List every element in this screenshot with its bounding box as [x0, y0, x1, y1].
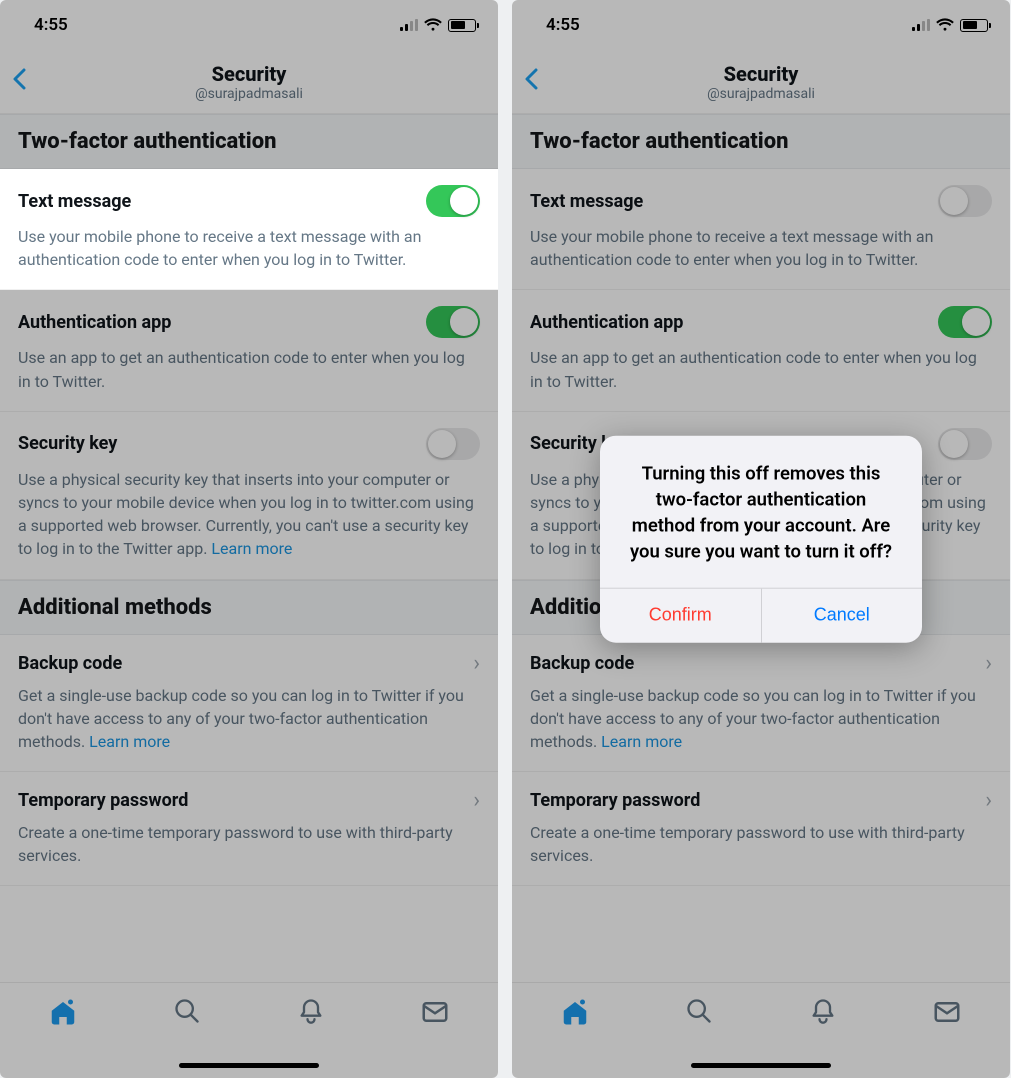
link-learn-more-security-key[interactable]: Learn more: [211, 539, 292, 558]
tab-search[interactable]: [173, 997, 201, 1029]
tab-messages[interactable]: [420, 997, 450, 1031]
nav-bar: Security @surajpadmasali: [0, 50, 498, 114]
mail-icon: [420, 997, 450, 1027]
page-subtitle: @surajpadmasali: [195, 86, 303, 102]
back-button[interactable]: [524, 67, 538, 97]
toggle-text-message[interactable]: [426, 185, 480, 217]
row-title-backup-code: Backup code: [530, 653, 634, 674]
nav-title-block: Security @surajpadmasali: [195, 62, 303, 102]
cellular-icon: [400, 19, 418, 31]
search-icon: [685, 997, 713, 1025]
nav-bar: Security @surajpadmasali: [512, 50, 1010, 114]
home-icon: [48, 997, 78, 1027]
status-time: 4:55: [546, 15, 580, 35]
row-auth-app: Authentication app Use an app to get an …: [0, 290, 498, 411]
row-security-key: Security key Use a physical security key…: [0, 412, 498, 580]
status-icons: [400, 18, 476, 32]
dialog-confirm-button[interactable]: Confirm: [600, 588, 762, 642]
tab-bar: [0, 982, 498, 1078]
search-icon: [173, 997, 201, 1025]
page-subtitle: @surajpadmasali: [707, 86, 815, 102]
row-desc-temp-password: Create a one-time temporary password to …: [18, 821, 480, 867]
toggle-auth-app[interactable]: [426, 306, 480, 338]
row-temp-password[interactable]: Temporary password › Create a one-time t…: [0, 772, 498, 886]
chevron-right-icon: ›: [985, 651, 992, 676]
battery-icon: [960, 19, 988, 32]
row-title-backup-code: Backup code: [18, 653, 122, 674]
link-learn-more-backup-code[interactable]: Learn more: [601, 732, 682, 751]
home-indicator[interactable]: [691, 1063, 831, 1068]
toggle-auth-app[interactable]: [938, 306, 992, 338]
chevron-right-icon: ›: [985, 788, 992, 813]
toggle-security-key[interactable]: [938, 428, 992, 460]
row-desc-backup-code: Get a single-use backup code so you can …: [530, 684, 992, 754]
status-icons: [912, 18, 988, 32]
confirm-dialog: Turning this off removes this two-factor…: [600, 436, 922, 643]
section-header-twofa: Two-factor authentication: [0, 114, 498, 169]
phone-left: 4:55 Security @surajpadmasali Two-factor…: [0, 0, 498, 1078]
bell-icon: [809, 997, 837, 1025]
wifi-icon: [424, 18, 442, 32]
chevron-right-icon: ›: [473, 788, 480, 813]
row-desc-auth-app: Use an app to get an authentication code…: [18, 346, 480, 392]
link-learn-more-backup-code[interactable]: Learn more: [89, 732, 170, 751]
row-title-text-message: Text message: [18, 191, 131, 212]
row-title-temp-password: Temporary password: [18, 790, 188, 811]
page-title: Security: [195, 62, 303, 86]
tab-search[interactable]: [685, 997, 713, 1029]
row-desc-security-key: Use a physical security key that inserts…: [18, 468, 480, 561]
tab-bar: [512, 982, 1010, 1078]
tab-home[interactable]: [48, 997, 78, 1031]
row-title-temp-password: Temporary password: [530, 790, 700, 811]
back-button[interactable]: [12, 67, 26, 97]
status-bar: 4:55: [0, 0, 498, 50]
wifi-icon: [936, 18, 954, 32]
row-desc-temp-password: Create a one-time temporary password to …: [530, 821, 992, 867]
dialog-message: Turning this off removes this two-factor…: [600, 436, 922, 589]
chevron-left-icon: [12, 68, 26, 90]
row-title-auth-app: Authentication app: [18, 312, 171, 333]
row-temp-password[interactable]: Temporary password › Create a one-time t…: [512, 772, 1010, 886]
row-text-message: Text message Use your mobile phone to re…: [0, 169, 498, 290]
chevron-right-icon: ›: [473, 651, 480, 676]
toggle-text-message[interactable]: [938, 185, 992, 217]
status-bar: 4:55: [512, 0, 1010, 50]
cellular-icon: [912, 19, 930, 31]
row-title-text-message: Text message: [530, 191, 643, 212]
row-desc-backup-code: Get a single-use backup code so you can …: [18, 684, 480, 754]
row-title-auth-app: Authentication app: [530, 312, 683, 333]
dialog-actions: Confirm Cancel: [600, 588, 922, 642]
page-title: Security: [707, 62, 815, 86]
tab-home[interactable]: [560, 997, 590, 1031]
row-text-message: Text message Use your mobile phone to re…: [512, 169, 1010, 290]
tab-notifications[interactable]: [297, 997, 325, 1029]
phone-right: 4:55 Security @surajpadmasali Two-factor…: [512, 0, 1010, 1078]
bell-icon: [297, 997, 325, 1025]
row-desc-auth-app: Use an app to get an authentication code…: [530, 346, 992, 392]
toggle-security-key[interactable]: [426, 428, 480, 460]
tab-messages[interactable]: [932, 997, 962, 1031]
section-header-additional: Additional methods: [0, 580, 498, 635]
section-header-twofa: Two-factor authentication: [512, 114, 1010, 169]
mail-icon: [932, 997, 962, 1027]
row-desc-text-message: Use your mobile phone to receive a text …: [530, 225, 992, 271]
home-indicator[interactable]: [179, 1063, 319, 1068]
row-backup-code[interactable]: Backup code › Get a single-use backup co…: [0, 635, 498, 773]
chevron-left-icon: [524, 68, 538, 90]
row-backup-code[interactable]: Backup code › Get a single-use backup co…: [512, 635, 1010, 773]
row-desc-text-message: Use your mobile phone to receive a text …: [18, 225, 480, 271]
status-time: 4:55: [34, 15, 68, 35]
row-title-security-key: Security key: [18, 433, 117, 454]
tab-notifications[interactable]: [809, 997, 837, 1029]
battery-icon: [448, 19, 476, 32]
dialog-cancel-button[interactable]: Cancel: [762, 588, 923, 642]
row-auth-app: Authentication app Use an app to get an …: [512, 290, 1010, 411]
nav-title-block: Security @surajpadmasali: [707, 62, 815, 102]
home-icon: [560, 997, 590, 1027]
